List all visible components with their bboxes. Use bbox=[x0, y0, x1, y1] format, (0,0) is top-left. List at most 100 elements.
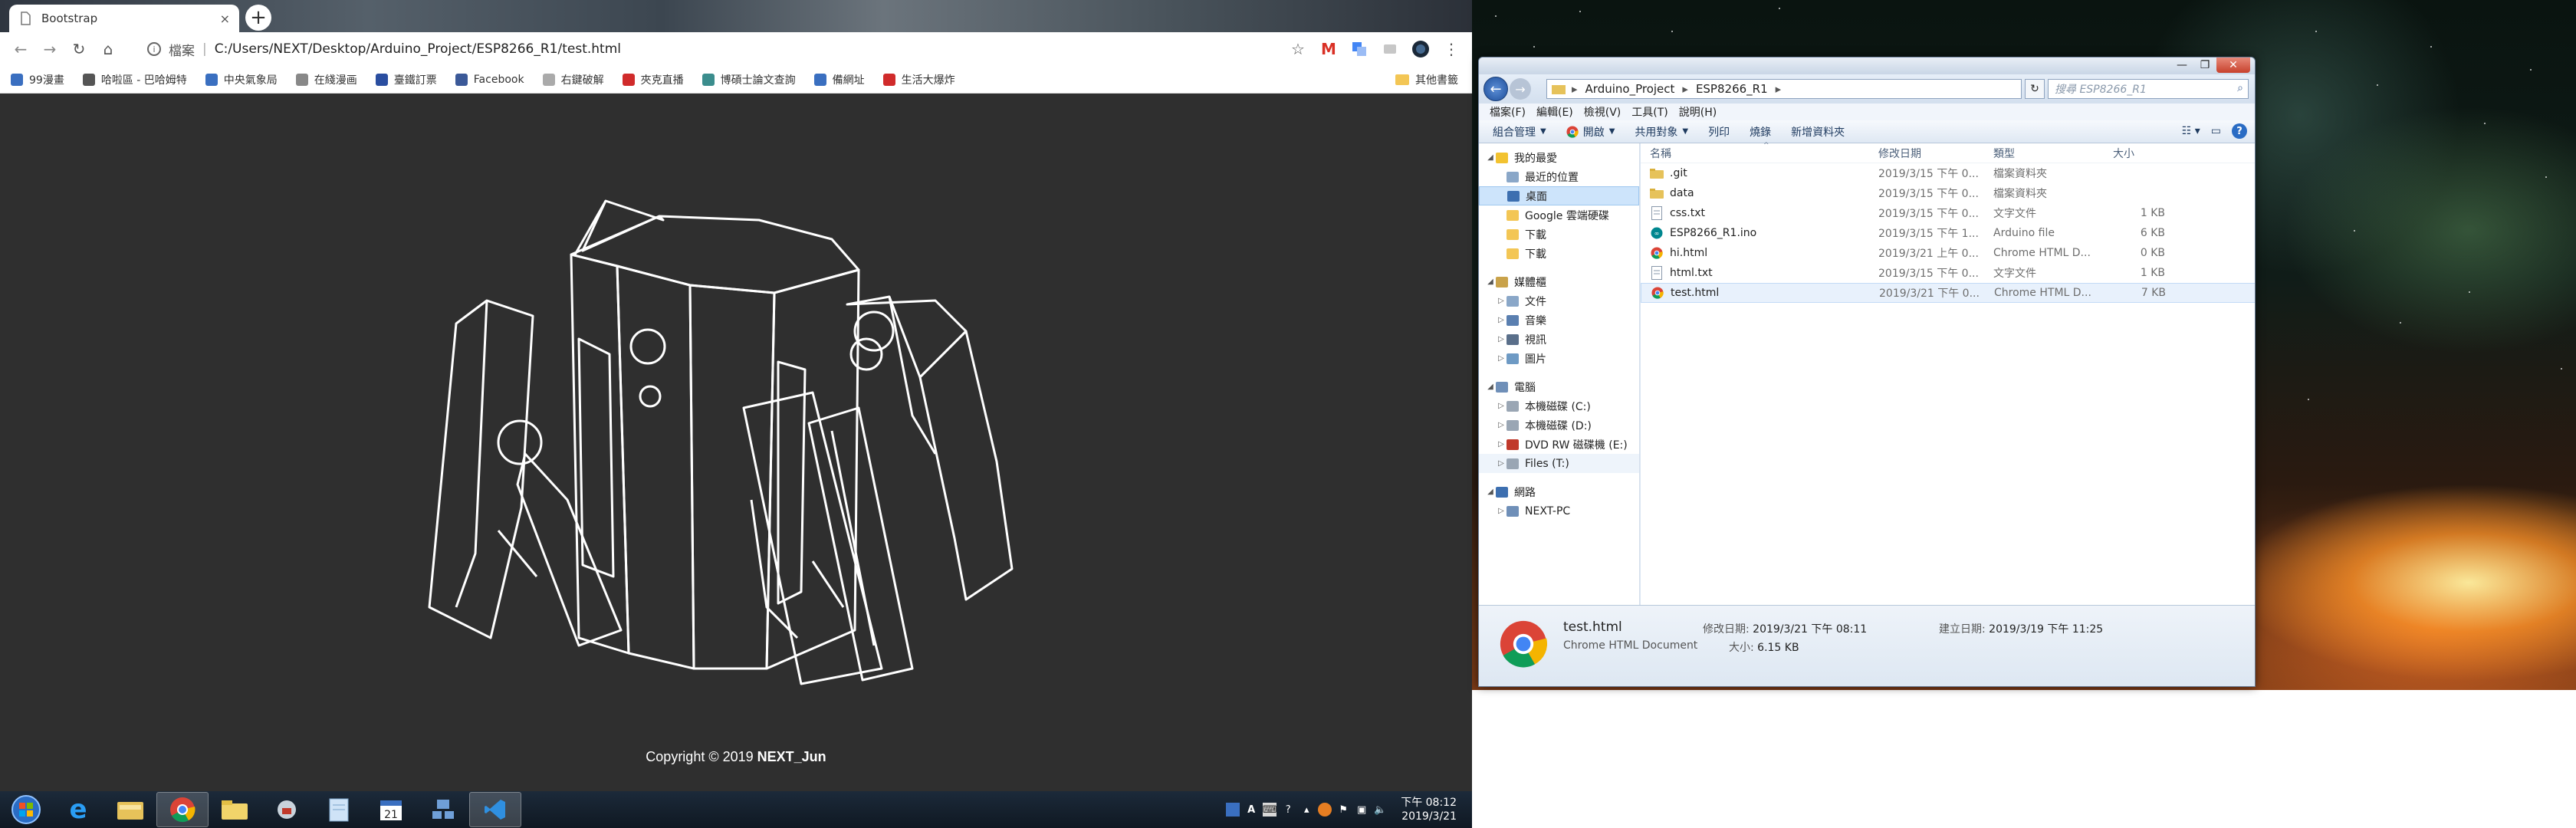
nav-item[interactable]: 最近的位置 bbox=[1479, 167, 1639, 186]
bookmark-item[interactable]: 99漫畫 bbox=[11, 72, 64, 87]
nav-item[interactable]: ▷ 視訊 bbox=[1479, 330, 1639, 349]
nav-item[interactable]: 下載 bbox=[1479, 225, 1639, 244]
command-button[interactable]: 組合管理 ▼ bbox=[1493, 124, 1546, 140]
view-options-icon[interactable]: ☷ ▾ bbox=[2182, 125, 2200, 137]
column-header-type[interactable]: 類型 bbox=[1989, 146, 2104, 161]
ime-icon[interactable]: A bbox=[1244, 803, 1258, 816]
bookmark-item[interactable]: Facebook bbox=[455, 73, 524, 86]
menu-item[interactable]: 編輯(E) bbox=[1536, 104, 1573, 120]
column-header-name[interactable]: 名稱 bbox=[1641, 146, 1878, 161]
bookmark-item[interactable]: 哈啦區 - 巴哈姆特 bbox=[82, 72, 187, 87]
help-tray-icon[interactable]: ? bbox=[1281, 803, 1295, 816]
menu-kebab-icon[interactable]: ⋮ bbox=[1440, 38, 1463, 61]
bookmark-item[interactable]: 夾克直播 bbox=[622, 72, 684, 87]
menu-item[interactable]: 檔案(F) bbox=[1490, 104, 1526, 120]
flag-icon[interactable]: ⚑ bbox=[1336, 803, 1350, 816]
column-header-size[interactable]: 大小 bbox=[2104, 146, 2165, 161]
explorer-titlebar[interactable]: — ❐ ✕ bbox=[1479, 58, 2255, 74]
nav-item[interactable]: ▷ 本機磁碟 (D:) bbox=[1479, 416, 1639, 435]
network-icon[interactable] bbox=[417, 792, 469, 827]
expand-arrow-icon[interactable]: ▷ bbox=[1496, 507, 1506, 515]
nav-item[interactable]: ◢ 媒體櫃 bbox=[1479, 272, 1639, 291]
maximize-icon[interactable]: ❐ bbox=[2193, 58, 2216, 73]
tools-icon[interactable] bbox=[261, 792, 313, 827]
tray-orange-icon[interactable] bbox=[1318, 803, 1332, 816]
translate-icon[interactable] bbox=[1348, 38, 1371, 61]
tab-close-icon[interactable]: × bbox=[220, 12, 230, 26]
bookmark-item[interactable]: 備網址 bbox=[813, 72, 865, 87]
command-button[interactable]: 列印 bbox=[1708, 124, 1730, 140]
clock[interactable]: 下午 08:12 2019/3/21 bbox=[1401, 796, 1457, 823]
preview-pane-icon[interactable]: ▭ bbox=[2211, 125, 2221, 137]
close-icon[interactable]: ✕ bbox=[2216, 58, 2250, 73]
breadcrumb-item[interactable]: Arduino_Project bbox=[1585, 82, 1675, 96]
vscode-icon[interactable] bbox=[469, 792, 521, 827]
ie-icon[interactable]: e bbox=[52, 792, 104, 827]
expand-arrow-icon[interactable]: ◢ bbox=[1485, 383, 1496, 391]
chrome-icon[interactable] bbox=[156, 792, 209, 827]
bookmark-item[interactable]: 博碩士論文查詢 bbox=[702, 72, 796, 87]
explorer-icon[interactable] bbox=[104, 792, 156, 827]
notepad-icon[interactable] bbox=[313, 792, 365, 827]
column-header-date[interactable]: 修改日期 bbox=[1878, 146, 1989, 161]
home-icon[interactable]: ⌂ bbox=[94, 34, 123, 64]
expand-arrow-icon[interactable]: ▷ bbox=[1496, 440, 1506, 449]
command-button[interactable]: 新增資料夾 bbox=[1791, 124, 1845, 140]
folder-icon[interactable] bbox=[209, 792, 261, 827]
expand-arrow-icon[interactable]: ▷ bbox=[1496, 421, 1506, 429]
nav-item[interactable]: ◢ 電腦 bbox=[1479, 377, 1639, 396]
nav-item[interactable]: ▷ 音樂 bbox=[1479, 310, 1639, 330]
expand-arrow-icon[interactable]: ▷ bbox=[1496, 316, 1506, 324]
breadcrumb-item[interactable]: ESP8266_R1 bbox=[1696, 82, 1768, 96]
expand-arrow-icon[interactable]: ▷ bbox=[1496, 402, 1506, 410]
menu-item[interactable]: 說明(H) bbox=[1679, 104, 1717, 120]
back-arrow-icon[interactable]: ← bbox=[1484, 77, 1508, 101]
expand-arrow-icon[interactable]: ▷ bbox=[1496, 297, 1506, 305]
file-row[interactable]: css.txt 2019/3/15 下午 0... 文字文件 1 KB bbox=[1641, 203, 2255, 223]
file-row[interactable]: hi.html 2019/3/21 上午 0... Chrome HTML D...… bbox=[1641, 243, 2255, 263]
file-row[interactable]: data 2019/3/15 下午 0... 檔案資料夾 bbox=[1641, 183, 2255, 203]
expand-arrow-icon[interactable]: ▷ bbox=[1496, 335, 1506, 343]
calendar-icon[interactable]: 21 bbox=[365, 792, 417, 827]
expand-arrow-icon[interactable]: ◢ bbox=[1485, 488, 1496, 496]
nav-item[interactable]: Google 雲端硬碟 bbox=[1479, 205, 1639, 225]
new-tab-button[interactable]: + bbox=[245, 5, 271, 31]
expand-arrow-icon[interactable]: ▷ bbox=[1496, 459, 1506, 468]
expand-arrow-icon[interactable]: ◢ bbox=[1485, 153, 1496, 162]
bookmark-star-icon[interactable]: ☆ bbox=[1286, 38, 1309, 61]
network-tray-icon[interactable]: ▣ bbox=[1355, 803, 1368, 816]
gmail-icon[interactable]: M bbox=[1317, 38, 1340, 61]
nav-item[interactable]: 下載 bbox=[1479, 244, 1639, 263]
tray-overflow-icon[interactable]: ▴ bbox=[1300, 803, 1313, 816]
command-button[interactable]: 共用對象 ▼ bbox=[1635, 124, 1688, 140]
bookmark-item[interactable]: 生活大爆炸 bbox=[882, 72, 955, 87]
bookmark-item[interactable]: 在綫漫画 bbox=[295, 72, 357, 87]
nav-item[interactable]: ▷ NEXT-PC bbox=[1479, 501, 1639, 521]
menu-item[interactable]: 檢視(V) bbox=[1584, 104, 1622, 120]
back-arrow-icon[interactable]: ← bbox=[6, 34, 35, 64]
nav-item[interactable]: 桌面 bbox=[1479, 186, 1639, 205]
nav-item[interactable]: ▷ Files (T:) bbox=[1479, 454, 1639, 473]
file-row[interactable]: html.txt 2019/3/15 下午 0... 文字文件 1 KB bbox=[1641, 263, 2255, 283]
bookmark-item[interactable]: 右鍵破解 bbox=[542, 72, 604, 87]
extension-icon[interactable] bbox=[1378, 38, 1401, 61]
nav-item[interactable]: ◢ 我的最愛 bbox=[1479, 148, 1639, 167]
nav-item[interactable]: ◢ 網路 bbox=[1479, 482, 1639, 501]
command-button[interactable]: 燒錄 bbox=[1750, 124, 1771, 140]
refresh-icon[interactable]: ↻ bbox=[2025, 79, 2045, 99]
minimize-icon[interactable]: — bbox=[2170, 58, 2193, 73]
url-text[interactable]: C:/Users/NEXT/Desktop/Arduino_Project/ES… bbox=[215, 41, 621, 57]
nav-item[interactable]: ▷ 圖片 bbox=[1479, 349, 1639, 368]
volume-icon[interactable]: 🔈 bbox=[1373, 803, 1387, 816]
start-orb-icon[interactable] bbox=[0, 792, 52, 827]
keyboard-icon[interactable]: ⌨ bbox=[1263, 803, 1277, 816]
info-icon[interactable]: i bbox=[147, 42, 161, 56]
help-icon[interactable]: ? bbox=[2232, 123, 2247, 139]
command-button[interactable]: 開啟 ▼ bbox=[1566, 124, 1615, 140]
breadcrumb-chevron-icon[interactable]: ▸ bbox=[1682, 82, 1688, 96]
nav-item[interactable]: ▷ DVD RW 磁碟機 (E:) bbox=[1479, 435, 1639, 454]
tray-app-icon[interactable] bbox=[1226, 803, 1240, 816]
breadcrumb-chevron-icon[interactable]: ▸ bbox=[1776, 82, 1782, 96]
other-bookmarks[interactable]: 其他書籤 bbox=[1395, 72, 1458, 87]
expand-arrow-icon[interactable]: ▷ bbox=[1496, 354, 1506, 363]
